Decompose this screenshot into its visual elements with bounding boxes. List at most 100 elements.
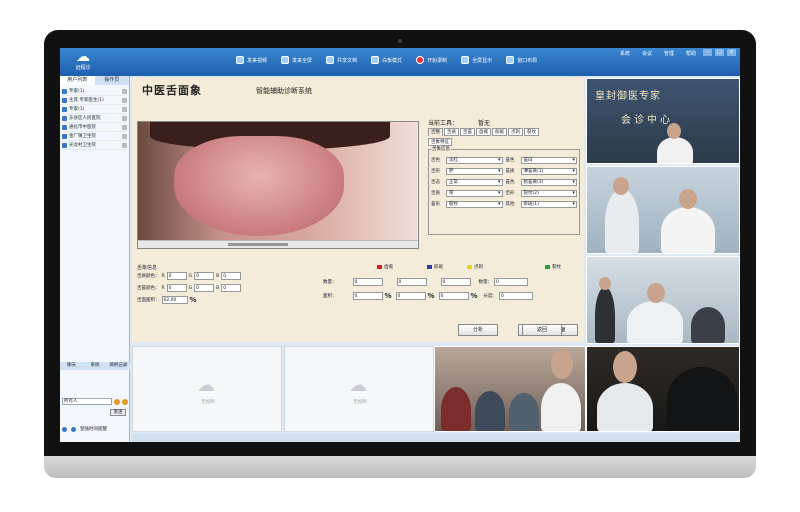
tab-user-list[interactable]: 用户列表 [60,76,95,85]
legend-label: 瘀斑 [434,265,443,270]
length-value[interactable]: 0 [499,292,534,300]
tab-tongue-coating[interactable]: 舌苔 [460,128,475,136]
feature-select[interactable]: 腻苔黄(3) [520,179,577,186]
area-label: 舌面面积： [137,298,160,303]
horizontal-scrollbar[interactable] [138,240,418,248]
toolbar-item-whiteboard[interactable]: 白板模式 [371,56,402,64]
tab-system[interactable]: 系统 [83,362,106,370]
b-value[interactable]: 0 [221,284,242,292]
toolbar-label: 发来全屏 [292,57,313,64]
g-value[interactable]: 0 [194,284,215,292]
video-feed-remote-room[interactable] [586,166,740,254]
toolbar-item-video[interactable]: 发来视频 [236,56,267,64]
camera-icon [122,142,127,148]
r-value[interactable]: 0 [166,284,187,292]
tongue-color-label: 舌质颜色： [137,274,160,279]
menu-meeting[interactable]: 会议 [642,50,652,57]
person-head [647,283,665,303]
tab-chat[interactable]: 聊天 [60,362,83,370]
empty-video-slot-1[interactable]: ☁ 无视频 [132,346,282,432]
count-label: 数量： [478,280,493,285]
toolbar-item-screen[interactable]: 发来全屏 [281,56,312,64]
minimize-button[interactable]: – [703,49,712,56]
settings-icon[interactable] [122,398,128,405]
window-menu: 系统 会议 管理 帮助 [620,50,696,57]
feature-label: 舌色 [431,158,440,163]
tree-item[interactable]: 光龙村卫生院 [62,141,127,150]
person-figure [441,387,471,431]
coating-color-row: 舌苔颜色： R0 G0 B0 [137,284,242,292]
emoji-icon[interactable] [114,398,120,405]
feature-select[interactable]: 淡红 [446,157,503,164]
area2-value[interactable]: 0 [438,292,469,300]
main-toolbar: 发来视频 发来全屏 共享文档 白板模式 开始录制 全屏显示 窗口布局 [236,56,537,64]
tab-tongue-body[interactable]: 舌质 [444,128,459,136]
empty-video-label: 无视频 [353,400,367,405]
tab-teeth-marks[interactable]: 齿痕 [476,128,491,136]
video-feed-exam-room[interactable] [586,256,740,344]
tongue-image-viewer[interactable] [137,121,419,249]
screen: ☁ 远程诊 发来视频 发来全屏 共享文档 白板模式 开始录制 全屏显示 窗口布局… [60,48,740,442]
legend-teeth-marks: 齿痕 [377,264,393,270]
cloud-icon: ☁ [197,375,215,396]
g-value[interactable]: 0 [194,272,215,280]
tongue-shape [174,136,344,236]
video-feed-consultation-center[interactable]: 皇封御医专家 会诊中心 [586,78,740,164]
area-value[interactable]: 62.00 [161,296,188,304]
feature-select[interactable]: 厚 [446,190,503,197]
feature-select[interactable]: 正常 [446,179,503,186]
send-button[interactable]: 发送 [110,409,126,416]
video-feed-patient[interactable] [586,346,740,432]
r-value[interactable]: 0 [166,272,187,280]
menu-manage[interactable]: 管理 [664,50,674,57]
current-tool: 当前工具： 暂无 [428,118,580,127]
feature-select[interactable]: 裂纹(2) [520,190,577,197]
count-value[interactable]: 0 [396,278,427,286]
feature-select[interactable]: 裂纹 [446,201,503,208]
r-label: R [161,273,165,279]
toolbar-item-document[interactable]: 共享文档 [326,56,357,64]
camera-icon [122,88,127,94]
recipient-select[interactable]: 所有人 [62,398,112,405]
toolbar-label: 发来视频 [247,57,268,64]
count-value[interactable]: 0 [494,278,528,286]
cloud-icon: ☁ [76,49,90,65]
legend-label: 齿痕 [384,265,393,270]
tab-features[interactable]: 舌象特征 [428,138,452,146]
tab-fissures[interactable]: 裂纹 [524,128,539,136]
tab-prickles[interactable]: 点刺 [508,128,523,136]
back-button[interactable]: 返回 [522,324,562,336]
feature-select[interactable]: 薄苔黄(1) [520,168,577,175]
tab-tongue-whole[interactable]: 舌整 [428,128,443,136]
feature-select[interactable]: 胖 [446,168,503,175]
count-value[interactable]: 0 [352,278,383,286]
toolbar-item-record[interactable]: 开始录制 [416,56,447,64]
sidebar-tabs: 用户列表 操作员 [60,76,129,85]
feature-select[interactable]: 苔白 [520,157,577,164]
maximize-button[interactable]: □ [715,49,724,56]
menu-system[interactable]: 系统 [620,50,630,57]
video-feed-audience[interactable] [434,346,586,432]
webcam-dot [398,39,402,43]
microphone-icon [236,56,244,64]
scroll-thumb[interactable] [228,243,288,246]
tab-ecchymosis[interactable]: 瘀斑 [492,128,507,136]
b-value[interactable]: 0 [221,272,242,280]
toolbar-item-fullscreen[interactable]: 全屏显示 [461,56,492,64]
chat-panel: 聊天 系统 病例记录 所有人 发送 登陆时间提醒 [60,362,130,442]
empty-video-slot-2[interactable]: ☁ 无视频 [284,346,434,432]
tab-case-record[interactable]: 病例记录 [107,362,130,370]
tab-operator[interactable]: 操作员 [95,76,130,85]
analyze-button[interactable]: 分析 [458,324,498,336]
app-titlebar: ☁ 远程诊 发来视频 发来全屏 共享文档 白板模式 开始录制 全屏显示 窗口布局… [60,48,740,76]
close-button[interactable]: × [727,49,736,56]
person-figure [595,287,615,343]
area2-value[interactable]: 0 [395,292,426,300]
toolbar-item-layout[interactable]: 窗口布局 [506,56,537,64]
area2-value[interactable]: 0 [352,292,383,300]
menu-help[interactable]: 帮助 [686,50,696,57]
feature-select[interactable]: 瘀斑(1) [520,201,577,208]
person-head [679,189,697,209]
feature-label: 舌态 [431,180,440,185]
count-value[interactable]: 0 [440,278,471,286]
